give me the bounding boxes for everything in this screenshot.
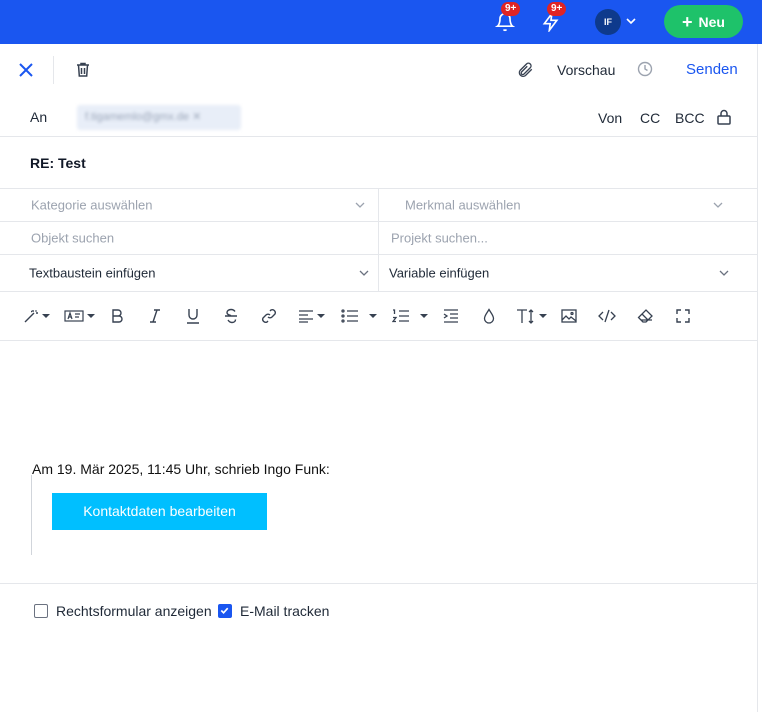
strikethrough-button[interactable] bbox=[224, 306, 238, 326]
textblock-label: Textbaustein einfügen bbox=[29, 265, 156, 281]
cc-button[interactable]: CC bbox=[640, 110, 660, 126]
top-bar: 9+ 9+ IF + Neu bbox=[0, 0, 762, 44]
text-format-button[interactable] bbox=[64, 306, 95, 326]
align-icon bbox=[299, 310, 313, 323]
eraser-button[interactable] bbox=[637, 306, 653, 326]
color-drop-icon bbox=[483, 308, 495, 324]
chevron-down-icon bbox=[355, 202, 365, 208]
divider bbox=[53, 56, 54, 84]
subject-field[interactable]: RE: Test bbox=[30, 155, 86, 171]
lock-icon[interactable] bbox=[716, 108, 732, 126]
text-format-icon bbox=[64, 310, 84, 322]
compose-panel: Vorschau Senden An f.tigamemlo@gmx.de ✕ … bbox=[0, 44, 758, 712]
checkmark-icon bbox=[220, 607, 229, 614]
feature-select[interactable]: Merkmal auswählen bbox=[379, 189, 758, 221]
image-icon bbox=[561, 309, 577, 323]
bold-button[interactable] bbox=[111, 306, 124, 326]
bullet-list-icon bbox=[341, 309, 358, 323]
compose-actions-bar: Vorschau Senden bbox=[0, 44, 758, 96]
magic-wand-button[interactable] bbox=[23, 306, 50, 326]
insert-row: Textbaustein einfügen Variable einfügen bbox=[0, 255, 758, 292]
notifications-button[interactable]: 9+ bbox=[493, 2, 521, 34]
legal-form-label: Rechtsformular anzeigen bbox=[56, 603, 212, 619]
email-body-editor[interactable]: Am 19. Mär 2025, 11:45 Uhr, schrieb Ingo… bbox=[0, 341, 758, 584]
send-button[interactable]: Senden bbox=[686, 61, 738, 78]
project-placeholder: Projekt suchen... bbox=[391, 230, 488, 246]
editor-toolbar bbox=[0, 292, 758, 341]
notifications-badge: 9+ bbox=[501, 2, 521, 16]
align-button[interactable] bbox=[298, 306, 325, 326]
chevron-down-icon bbox=[359, 270, 369, 276]
new-button[interactable]: + Neu bbox=[664, 5, 743, 38]
text-color-button[interactable] bbox=[482, 306, 496, 326]
plus-icon: + bbox=[682, 11, 693, 32]
numbered-list-icon bbox=[392, 309, 409, 323]
variable-select[interactable]: Variable einfügen bbox=[379, 255, 758, 291]
bullet-list-button[interactable] bbox=[341, 306, 359, 326]
object-placeholder: Objekt suchen bbox=[31, 230, 115, 246]
numbered-list-button[interactable] bbox=[392, 306, 410, 326]
recipient-chip[interactable]: f.tigamemlo@gmx.de ✕ bbox=[77, 105, 241, 130]
paperclip-icon[interactable] bbox=[516, 61, 534, 79]
category-select[interactable]: Kategorie auswählen bbox=[0, 189, 379, 221]
new-button-label: Neu bbox=[698, 13, 725, 30]
code-icon bbox=[598, 309, 616, 323]
feature-placeholder: Merkmal auswählen bbox=[405, 197, 521, 213]
image-button[interactable] bbox=[561, 306, 577, 326]
magic-wand-icon bbox=[24, 310, 38, 323]
checkbox-checked[interactable] bbox=[218, 604, 232, 618]
numbered-list-dropdown[interactable] bbox=[417, 306, 428, 326]
fullscreen-icon bbox=[676, 309, 690, 323]
close-icon[interactable] bbox=[16, 60, 36, 80]
compose-options: Rechtsformular anzeigen E-Mail tracken bbox=[0, 584, 758, 644]
email-tracking-checkbox[interactable]: E-Mail tracken bbox=[218, 603, 329, 619]
chevron-down-icon bbox=[713, 202, 723, 208]
italic-button[interactable] bbox=[149, 306, 161, 326]
contact-edit-button[interactable]: Kontaktdaten bearbeiten bbox=[52, 493, 267, 530]
fullscreen-button[interactable] bbox=[676, 306, 690, 326]
quote-border bbox=[31, 475, 32, 555]
variable-label: Variable einfügen bbox=[389, 265, 490, 281]
underline-icon bbox=[187, 309, 199, 324]
font-size-icon bbox=[517, 309, 534, 324]
trash-icon[interactable] bbox=[74, 61, 92, 79]
project-search[interactable]: Projekt suchen... bbox=[379, 222, 758, 254]
bold-icon bbox=[112, 309, 123, 323]
object-search[interactable]: Objekt suchen bbox=[0, 222, 379, 254]
chevron-down-icon[interactable] bbox=[625, 14, 637, 28]
italic-icon bbox=[150, 309, 160, 323]
indent-icon bbox=[443, 309, 458, 323]
textblock-select[interactable]: Textbaustein einfügen bbox=[0, 255, 379, 291]
underline-button[interactable] bbox=[186, 306, 200, 326]
legal-form-checkbox[interactable]: Rechtsformular anzeigen bbox=[34, 603, 212, 619]
subject-row: RE: Test bbox=[0, 137, 758, 189]
object-project-row: Objekt suchen Projekt suchen... bbox=[0, 222, 758, 255]
user-avatar[interactable]: IF bbox=[595, 9, 621, 35]
activity-button[interactable]: 9+ bbox=[539, 2, 567, 34]
bullet-list-dropdown[interactable] bbox=[366, 306, 377, 326]
category-row: Kategorie auswählen Merkmal auswählen bbox=[0, 189, 758, 222]
tracking-label: E-Mail tracken bbox=[240, 603, 330, 619]
indent-button[interactable] bbox=[443, 306, 459, 326]
checkbox-unchecked[interactable] bbox=[34, 604, 48, 618]
bcc-button[interactable]: BCC bbox=[675, 110, 705, 126]
preview-button[interactable]: Vorschau bbox=[557, 62, 615, 78]
eraser-icon bbox=[637, 309, 653, 323]
activity-badge: 9+ bbox=[547, 2, 567, 16]
link-icon bbox=[262, 309, 276, 323]
category-placeholder: Kategorie auswählen bbox=[31, 197, 153, 213]
font-size-button[interactable] bbox=[516, 306, 547, 326]
chevron-down-icon bbox=[719, 270, 729, 276]
to-label: An bbox=[30, 109, 48, 125]
clock-icon[interactable] bbox=[637, 61, 653, 77]
from-button[interactable]: Von bbox=[598, 110, 622, 126]
link-button[interactable] bbox=[261, 306, 277, 326]
strikethrough-icon bbox=[225, 308, 237, 324]
code-button[interactable] bbox=[598, 306, 616, 326]
quote-header: Am 19. Mär 2025, 11:45 Uhr, schrieb Ingo… bbox=[32, 461, 330, 477]
recipients-row: An f.tigamemlo@gmx.de ✕ Von CC BCC bbox=[0, 96, 758, 137]
